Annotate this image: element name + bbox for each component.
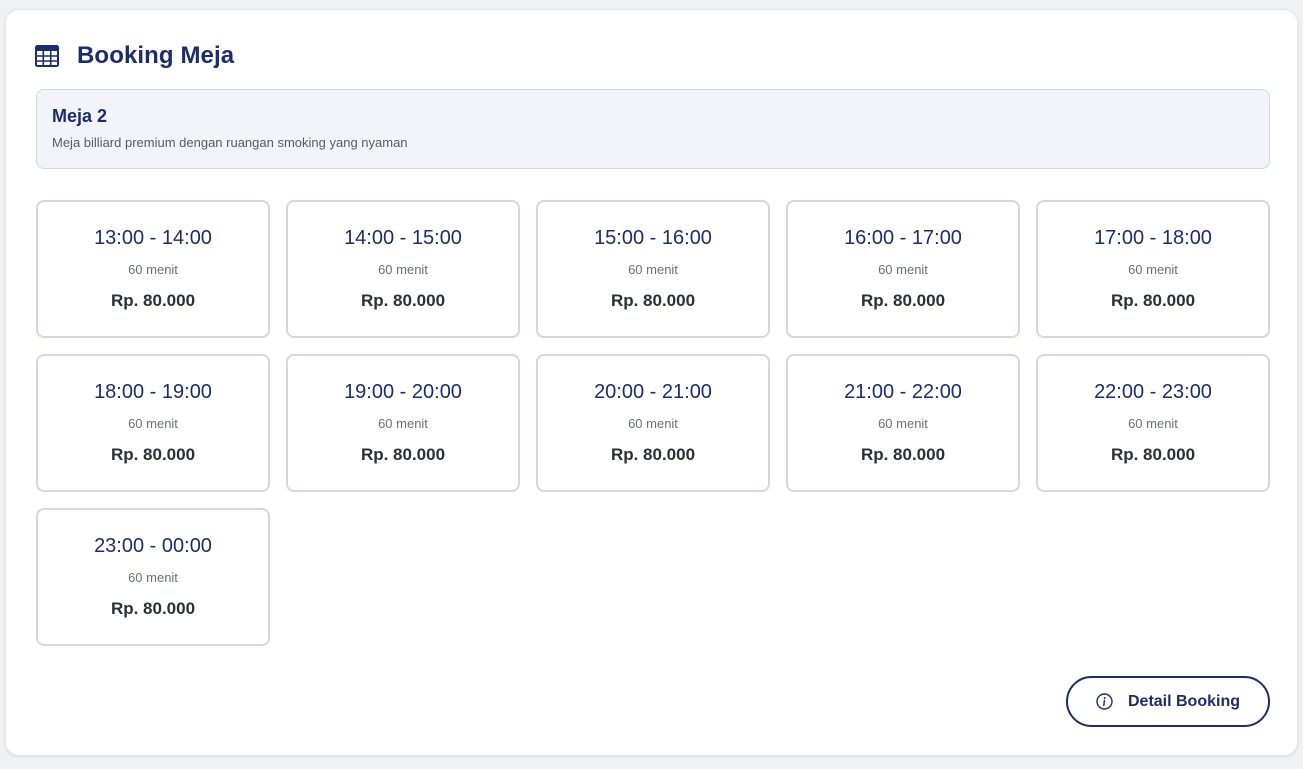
slot-price: Rp. 80.000	[610, 291, 696, 310]
slot-time: 17:00 - 18:00	[1094, 227, 1212, 249]
slot-price: Rp. 80.000	[360, 291, 446, 310]
slot-duration: 60 menit	[878, 262, 928, 277]
slot-price: Rp. 80.000	[110, 291, 196, 310]
booking-card: Booking Meja Meja 2 Meja billiard premiu…	[5, 9, 1298, 756]
time-slot-card[interactable]: 15:00 - 16:00 60 menit Rp. 80.000	[536, 200, 770, 338]
slot-time: 13:00 - 14:00	[94, 227, 212, 249]
time-slot-card[interactable]: 19:00 - 20:00 60 menit Rp. 80.000	[286, 354, 520, 492]
slot-price: Rp. 80.000	[1110, 291, 1196, 310]
slot-price: Rp. 80.000	[610, 445, 696, 464]
slot-duration: 60 menit	[378, 262, 428, 277]
detail-booking-label: Detail Booking	[1127, 692, 1240, 710]
slot-duration: 60 menit	[378, 416, 428, 431]
slot-duration: 60 menit	[1128, 416, 1178, 431]
slot-time: 21:00 - 22:00	[844, 381, 962, 403]
page-title: Booking Meja	[77, 42, 235, 69]
slot-time: 20:00 - 21:00	[594, 381, 712, 403]
slot-time: 14:00 - 15:00	[344, 227, 462, 249]
slot-price: Rp. 80.000	[860, 291, 946, 310]
time-slot-card[interactable]: 18:00 - 19:00 60 menit Rp. 80.000	[36, 354, 270, 492]
slot-duration: 60 menit	[128, 570, 178, 585]
table-name: Meja 2	[52, 106, 108, 126]
time-slot-card[interactable]: 21:00 - 22:00 60 menit Rp. 80.000	[786, 354, 1020, 492]
slot-time: 15:00 - 16:00	[594, 227, 712, 249]
time-slot-card[interactable]: 16:00 - 17:00 60 menit Rp. 80.000	[786, 200, 1020, 338]
slot-duration: 60 menit	[628, 262, 678, 277]
detail-booking-button[interactable]: Detail Booking	[1066, 676, 1270, 727]
slot-price: Rp. 80.000	[110, 599, 196, 618]
slot-price: Rp. 80.000	[110, 445, 196, 464]
time-slot-card[interactable]: 20:00 - 21:00 60 menit Rp. 80.000	[536, 354, 770, 492]
slot-duration: 60 menit	[878, 416, 928, 431]
slot-duration: 60 menit	[128, 416, 178, 431]
info-icon	[1096, 693, 1113, 710]
time-slot-card[interactable]: 14:00 - 15:00 60 menit Rp. 80.000	[286, 200, 520, 338]
time-slot-card[interactable]: 22:00 - 23:00 60 menit Rp. 80.000	[1036, 354, 1270, 492]
time-slot-card[interactable]: 17:00 - 18:00 60 menit Rp. 80.000	[1036, 200, 1270, 338]
slot-price: Rp. 80.000	[1110, 445, 1196, 464]
table-description: Meja billiard premium dengan ruangan smo…	[52, 135, 408, 150]
time-slot-card[interactable]: 23:00 - 00:00 60 menit Rp. 80.000	[36, 508, 270, 646]
card-header: Booking Meja	[35, 40, 234, 72]
slot-duration: 60 menit	[1128, 262, 1178, 277]
slot-time: 19:00 - 20:00	[344, 381, 462, 403]
slot-time: 16:00 - 17:00	[844, 227, 962, 249]
slot-time: 22:00 - 23:00	[1094, 381, 1212, 403]
time-slot-grid: 13:00 - 14:00 60 menit Rp. 80.000 14:00 …	[36, 200, 1270, 646]
slot-time: 18:00 - 19:00	[94, 381, 212, 403]
time-slot-card[interactable]: 13:00 - 14:00 60 menit Rp. 80.000	[36, 200, 270, 338]
slot-price: Rp. 80.000	[360, 445, 446, 464]
table-info-box: Meja 2 Meja billiard premium dengan ruan…	[36, 89, 1270, 169]
slot-duration: 60 menit	[128, 262, 178, 277]
slot-time: 23:00 - 00:00	[94, 535, 212, 557]
slot-duration: 60 menit	[628, 416, 678, 431]
slot-price: Rp. 80.000	[860, 445, 946, 464]
table-icon	[35, 45, 59, 67]
